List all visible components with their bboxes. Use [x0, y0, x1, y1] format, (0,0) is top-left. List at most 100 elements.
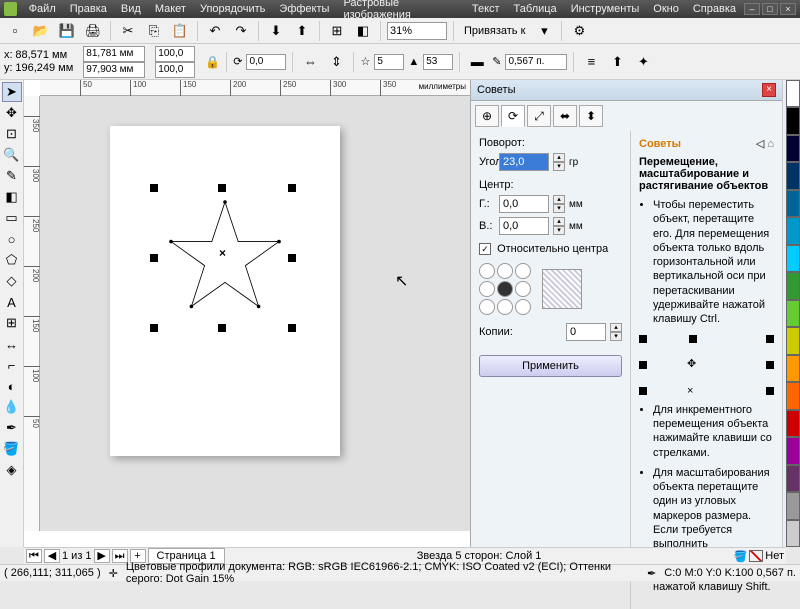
color-swatch[interactable] [786, 162, 800, 189]
selection-handle[interactable] [150, 254, 158, 262]
page-next-icon[interactable]: ▶ [94, 549, 110, 563]
color-swatch[interactable] [786, 190, 800, 217]
connector-tool[interactable]: ⌐ [2, 355, 22, 375]
mirror-v-icon[interactable]: ⇕ [325, 51, 347, 73]
paste-icon[interactable]: 📋 [169, 20, 191, 42]
star-points-input[interactable] [374, 54, 404, 70]
tab-skew[interactable]: ⬍ [579, 105, 603, 127]
table-tool[interactable]: ⊞ [2, 313, 22, 333]
height-input[interactable] [83, 62, 145, 78]
pick-tool[interactable]: ➤ [2, 82, 22, 102]
tab-scale[interactable]: ⤢ [527, 105, 551, 127]
anchor-grid[interactable] [479, 263, 531, 315]
color-swatch[interactable] [786, 245, 800, 272]
redo-icon[interactable]: ↷ [230, 20, 252, 42]
star-object[interactable]: × [165, 196, 285, 316]
scale-y-input[interactable] [155, 62, 195, 78]
selection-handle[interactable] [218, 324, 226, 332]
ellipse-tool[interactable]: ○ [2, 229, 22, 249]
spin-down[interactable]: ▾ [553, 226, 565, 235]
ruler-vertical[interactable]: 350300 250200 150100 50 [24, 96, 40, 531]
shape-tool[interactable]: ✥ [2, 103, 22, 123]
outline-width-icon[interactable]: ▬ [466, 51, 488, 73]
hints-back-icon[interactable]: ◁ [756, 138, 764, 150]
import-icon[interactable]: ⬇ [265, 20, 287, 42]
window-maximize[interactable]: □ [762, 3, 778, 15]
menu-file[interactable]: Файл [23, 2, 62, 16]
crop-tool[interactable]: ⊡ [2, 124, 22, 144]
freehand-tool[interactable]: ✎ [2, 166, 22, 186]
color-swatch[interactable] [786, 410, 800, 437]
interactive-tool[interactable]: ◐ [2, 376, 22, 396]
copy-icon[interactable]: ⎘ [143, 20, 165, 42]
menu-edit[interactable]: Правка [64, 2, 113, 16]
tab-size[interactable]: ⬌ [553, 105, 577, 127]
apply-button[interactable]: Применить [479, 355, 622, 377]
print-icon[interactable]: 🖨 [82, 20, 104, 42]
selection-handle[interactable] [150, 324, 158, 332]
dropdown-icon[interactable]: ▾ [533, 20, 555, 42]
interactive-fill-tool[interactable]: ◈ [2, 460, 22, 480]
export-icon[interactable]: ⬆ [291, 20, 313, 42]
polygon-tool[interactable]: ⬠ [2, 250, 22, 270]
width-input[interactable] [83, 46, 145, 62]
zoom-level[interactable] [387, 22, 447, 40]
to-front-icon[interactable]: ⬆ [606, 51, 628, 73]
save-icon[interactable]: 💾 [56, 20, 78, 42]
color-swatch[interactable] [786, 217, 800, 244]
wrap-text-icon[interactable]: ≡ [580, 51, 602, 73]
hints-home-icon[interactable]: ⌂ [767, 138, 774, 150]
copies-input[interactable] [566, 323, 606, 341]
color-swatch[interactable] [786, 107, 800, 134]
selection-handle[interactable] [288, 324, 296, 332]
color-swatch[interactable] [786, 355, 800, 382]
convert-curves-icon[interactable]: ✦ [632, 51, 654, 73]
app-launcher-icon[interactable]: ⊞ [326, 20, 348, 42]
new-icon[interactable]: ▫ [4, 20, 26, 42]
center-h-input[interactable] [499, 195, 549, 213]
menu-help[interactable]: Справка [687, 2, 742, 16]
selection-handle[interactable] [150, 184, 158, 192]
color-swatch[interactable] [786, 492, 800, 519]
canvas-area[interactable]: 50100 150200 250300 350 миллиметры 35030… [24, 80, 470, 547]
smart-fill-tool[interactable]: ◧ [2, 187, 22, 207]
color-swatch[interactable] [786, 437, 800, 464]
text-tool[interactable]: A [2, 292, 22, 312]
docker-title-bar[interactable]: Советы × [471, 80, 782, 101]
eyedropper-tool[interactable]: 💧 [2, 397, 22, 417]
dimension-tool[interactable]: ↔ [2, 334, 22, 354]
spin-up[interactable]: ▴ [610, 323, 622, 332]
scale-x-input[interactable] [155, 46, 195, 62]
open-icon[interactable]: 📂 [30, 20, 52, 42]
zoom-tool[interactable]: 🔍 [2, 145, 22, 165]
tab-rotate[interactable]: ⟳ [501, 105, 525, 127]
spin-up[interactable]: ▴ [553, 153, 565, 162]
color-swatch[interactable] [786, 327, 800, 354]
menu-table[interactable]: Таблица [508, 2, 563, 16]
docker-close-icon[interactable]: × [762, 83, 776, 97]
spin-down[interactable]: ▾ [610, 332, 622, 341]
ruler-horizontal[interactable]: 50100 150200 250300 350 миллиметры [40, 80, 470, 96]
menu-window[interactable]: Окно [647, 2, 685, 16]
menu-arrange[interactable]: Упорядочить [194, 2, 271, 16]
undo-icon[interactable]: ↶ [204, 20, 226, 42]
menu-effects[interactable]: Эффекты [273, 2, 335, 16]
fill-tool[interactable]: 🪣 [2, 439, 22, 459]
menu-text[interactable]: Текст [466, 2, 506, 16]
selection-handle[interactable] [218, 184, 226, 192]
fill-swatch-icon[interactable]: 🪣 [734, 550, 748, 563]
color-swatch[interactable] [786, 135, 800, 162]
relative-checkbox[interactable]: ✓ [479, 243, 491, 255]
cut-icon[interactable]: ✂ [117, 20, 139, 42]
center-v-input[interactable] [499, 217, 549, 235]
spin-up[interactable]: ▴ [553, 195, 565, 204]
welcome-icon[interactable]: ◧ [352, 20, 374, 42]
color-swatch[interactable] [786, 80, 800, 107]
spin-down[interactable]: ▾ [553, 162, 565, 171]
lock-ratio-icon[interactable]: 🔒 [205, 55, 220, 69]
spin-up[interactable]: ▴ [553, 217, 565, 226]
outline-tool[interactable]: ✒ [2, 418, 22, 438]
menu-layout[interactable]: Макет [149, 2, 192, 16]
color-swatch[interactable] [786, 465, 800, 492]
menu-bitmaps[interactable]: Растровые изображения [337, 0, 463, 22]
